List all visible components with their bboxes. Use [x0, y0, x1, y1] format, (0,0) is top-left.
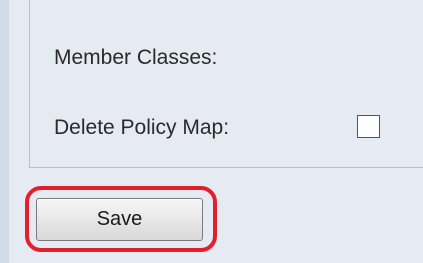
left-edge-strip: [0, 0, 9, 263]
member-classes-label: Member Classes:: [54, 46, 218, 69]
form-panel: Member Classes: Delete Policy Map:: [29, 0, 423, 168]
delete-policy-map-label: Delete Policy Map:: [54, 116, 230, 139]
delete-policy-map-checkbox[interactable]: [357, 115, 380, 138]
save-button[interactable]: Save: [36, 198, 203, 241]
